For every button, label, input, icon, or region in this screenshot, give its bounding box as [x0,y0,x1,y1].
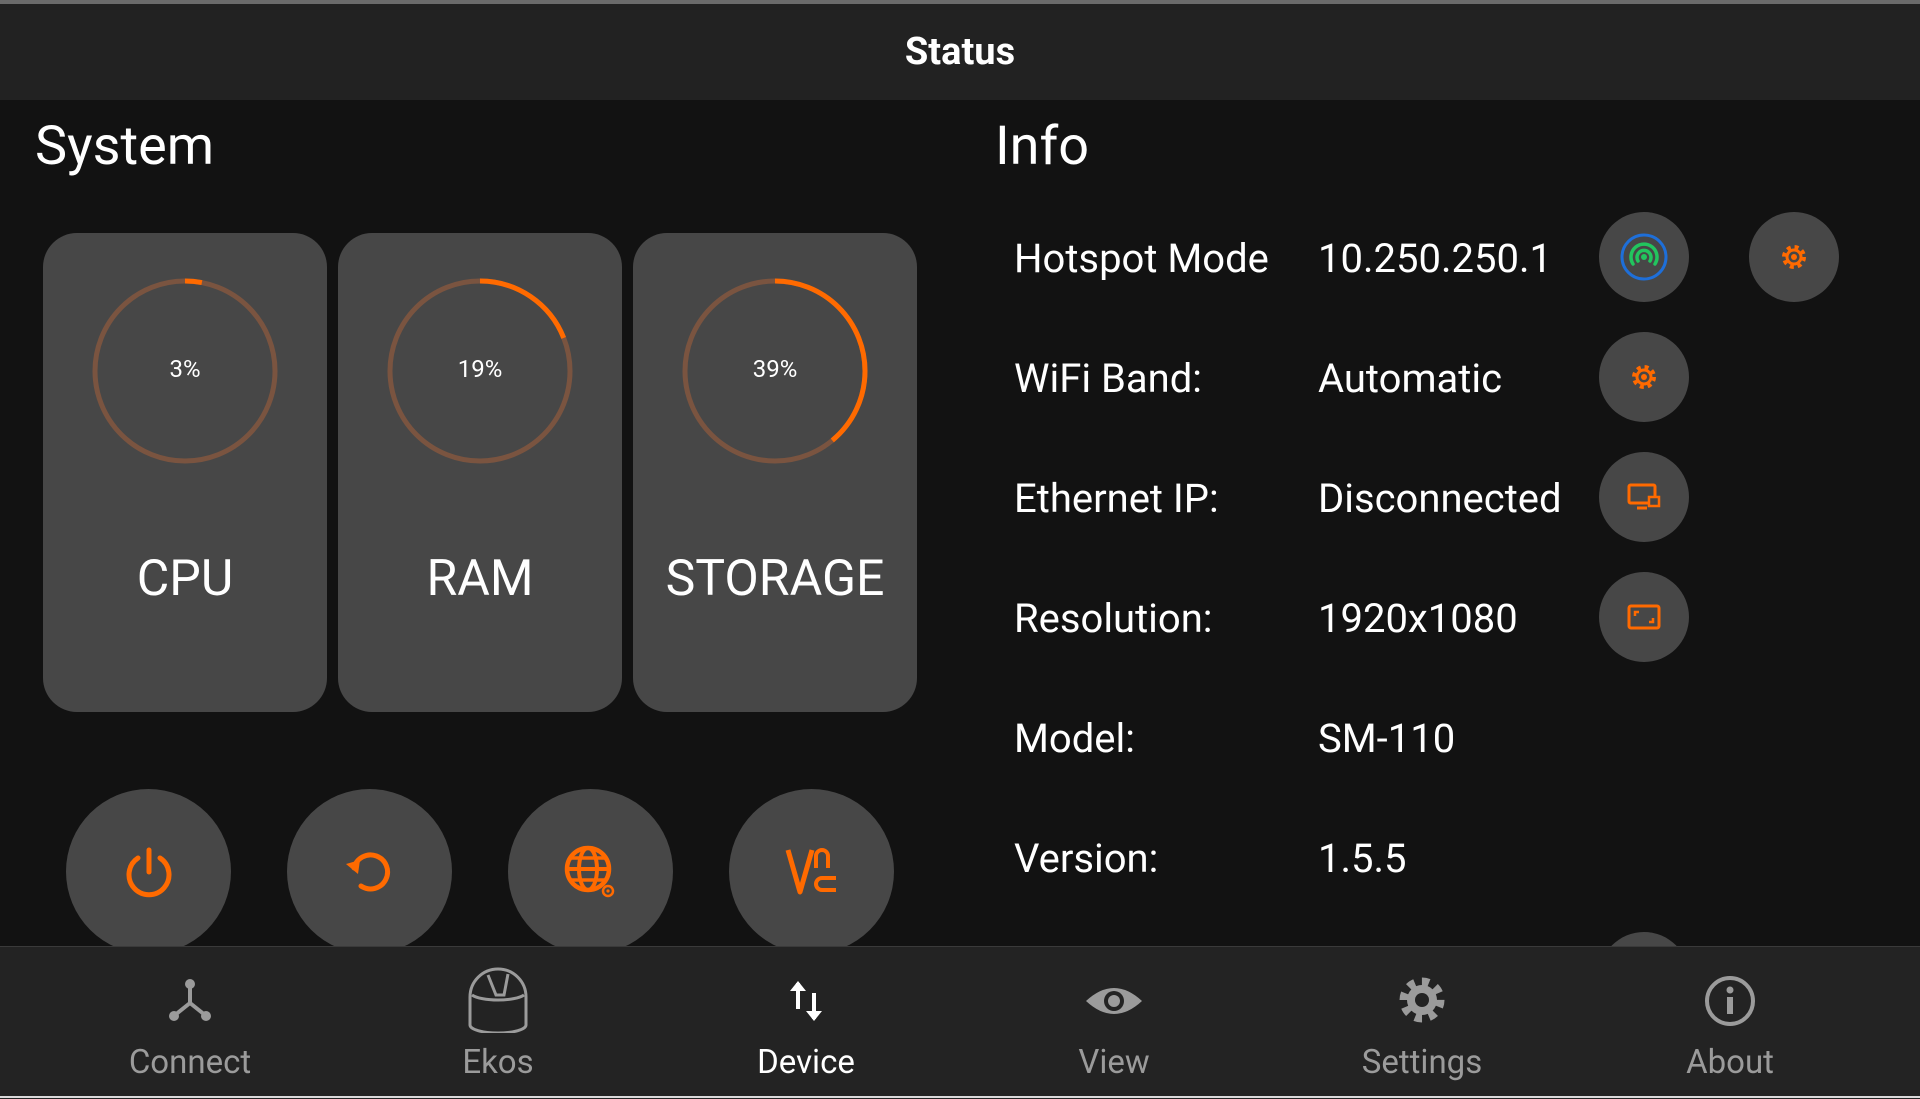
nav-label-connect: Connect [128,1043,252,1082]
nav-item-connect[interactable]: Connect [36,947,344,1099]
nav-item-device[interactable]: Device [652,947,960,1099]
resolution-value: 1920x1080 [1318,594,1518,642]
storage-percent: 39% [752,355,798,383]
nav-label-device: Device [757,1043,855,1082]
gear-icon [1399,977,1445,1023]
info-section-title: Info [995,115,1090,178]
info-row-version: Version: 1.5.5 [1014,828,1407,888]
resolution-label: Resolution: [1014,594,1213,642]
cpu-card: 3% CPU [43,233,327,712]
page-title: Status [904,30,1016,74]
ram-card: 19% RAM [338,233,622,712]
device-icon [790,981,822,1021]
wifi-band-settings-button[interactable] [1599,332,1689,422]
info-row-ethernet: Ethernet IP: Disconnected [1014,468,1562,528]
nav-label-about: About [1686,1043,1774,1082]
restart-button[interactable] [287,789,452,954]
aspect-ratio-icon [1627,604,1661,630]
gear-icon [1632,365,1656,389]
cpu-percent: 3% [169,355,201,383]
eye-icon [1086,988,1142,1014]
hotspot-value: 10.250.250.1 [1318,234,1552,282]
ram-label: RAM [426,550,534,608]
restart-icon [345,851,390,891]
model-label: Model: [1014,714,1135,762]
vnc-icon [785,847,836,894]
vnc-button[interactable] [729,789,894,954]
power-button[interactable] [66,789,231,954]
hotspot-settings-button[interactable] [1749,212,1839,302]
power-icon [126,847,171,897]
nav-item-ekos[interactable]: Ekos [344,947,652,1099]
info-row-model: Model: SM-110 [1014,708,1455,768]
wifi-band-value: Automatic [1318,354,1503,402]
nav-label-settings: Settings [1361,1043,1483,1082]
info-row-resolution: Resolution: 1920x1080 [1014,588,1518,648]
info-icon [1705,976,1755,1026]
nav-label-view: View [1078,1043,1150,1082]
bottom-navigation: Connect Ekos Device View Settings About [0,946,1920,1099]
storage-card: 39% STORAGE [633,233,917,712]
nav-item-view[interactable]: View [960,947,1268,1099]
storage-label: STORAGE [665,550,885,608]
model-value: SM-110 [1318,714,1456,762]
ethernet-value: Disconnected [1318,474,1562,522]
ekos-icon [468,967,528,1033]
version-label: Version: [1014,834,1159,882]
system-section-title: System [35,115,215,178]
resolution-button[interactable] [1599,572,1689,662]
hotspot-icon [1620,233,1668,281]
cpu-label: CPU [136,550,234,608]
ram-percent: 19% [457,355,503,383]
connect-icon [169,979,211,1021]
ethernet-label: Ethernet IP: [1014,474,1219,522]
version-value: 1.5.5 [1318,834,1407,882]
monitor-icon [1627,483,1661,510]
ethernet-button[interactable] [1599,452,1689,542]
wifi-band-label: WiFi Band: [1014,354,1202,402]
info-row-hotspot: Hotspot Mode 10.250.250.1 [1014,228,1552,288]
nav-label-ekos: Ekos [462,1043,534,1082]
app-header: Status [0,4,1920,100]
gear-icon [1782,245,1806,269]
info-row-wifi-band: WiFi Band: Automatic [1014,348,1502,408]
hotspot-toggle-button[interactable] [1599,212,1689,302]
web-settings-button[interactable] [508,789,673,954]
hotspot-label: Hotspot Mode [1014,234,1269,282]
web-settings-icon [564,845,614,897]
nav-item-settings[interactable]: Settings [1268,947,1576,1099]
nav-item-about[interactable]: About [1576,947,1884,1099]
